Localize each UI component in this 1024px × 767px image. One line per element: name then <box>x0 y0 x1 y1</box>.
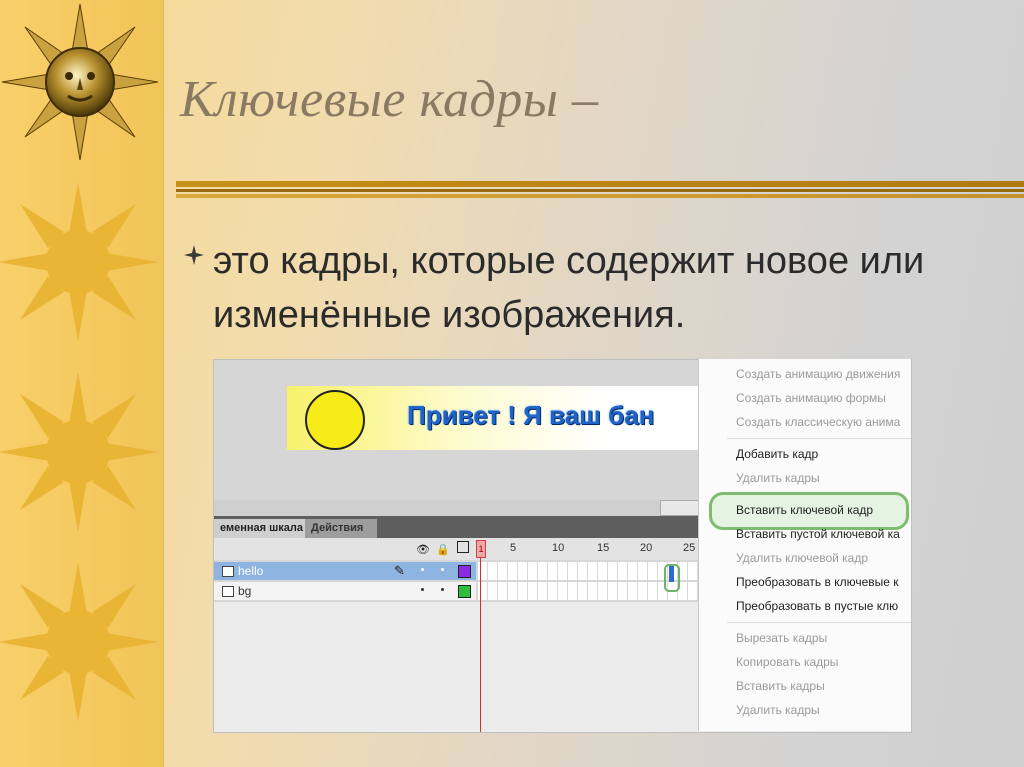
menu-item-create-classic-tween: Создать классическую анима <box>736 415 901 429</box>
sun-decoration-icon <box>0 562 158 722</box>
bullet-text: это кадры, которые содержит новое или из… <box>213 240 925 336</box>
star-bullet-icon <box>184 245 204 265</box>
menu-item-paste-frames: Вставить кадры <box>736 679 825 693</box>
slide-title: Ключевые кадры – <box>180 71 599 128</box>
title-divider <box>176 181 1024 199</box>
bullet-item: это кадры, которые содержит новое или из… <box>183 234 1013 342</box>
frame-number: 25 <box>683 542 696 554</box>
menu-item-create-motion-tween: Создать анимацию движения <box>736 367 901 381</box>
layer-name: bg <box>238 584 252 598</box>
layer-icon <box>222 566 234 577</box>
yellow-circle-shape <box>305 390 365 450</box>
menu-item-cut-frames: Вырезать кадры <box>736 631 828 645</box>
tab-actions[interactable]: Действия <box>305 519 377 538</box>
menu-item-convert-to-blank-keyframes[interactable]: Преобразовать в пустые клю <box>736 599 898 613</box>
menu-item-insert-keyframe[interactable]: Вставить ключевой кадр <box>736 503 873 517</box>
eye-icon[interactable]: 👁 <box>416 543 430 556</box>
menu-item-remove-frames: Удалить кадры <box>736 471 820 485</box>
lock-icon[interactable]: 🔒 <box>436 543 450 556</box>
metal-sun-icon <box>1 3 159 161</box>
menu-item-create-shape-tween: Создать анимацию формы <box>736 391 886 405</box>
stage-banner: Привет ! Я ваш бан <box>287 386 707 450</box>
tab-timeline[interactable]: еменная шкала <box>214 519 310 538</box>
menu-item-clear-keyframe: Удалить ключевой кадр <box>736 551 869 565</box>
frame-highlight-ring <box>664 564 680 592</box>
layer-color-swatch[interactable] <box>458 585 471 598</box>
menu-separator <box>727 622 911 623</box>
context-menu: Создать анимацию движения Создать анимац… <box>698 359 911 731</box>
menu-separator <box>727 438 911 439</box>
layer-icon <box>222 586 234 597</box>
layer-name: hello <box>238 564 264 578</box>
frame-number: 10 <box>552 542 565 554</box>
menu-item-delete-frames: Удалить кадры <box>736 703 820 717</box>
frame-number: 20 <box>640 542 653 554</box>
pencil-icon: ✎ <box>394 563 405 578</box>
menu-item-copy-frames: Копировать кадры <box>736 655 839 669</box>
sun-decoration-icon <box>0 372 158 532</box>
playhead-handle[interactable]: 1 <box>476 540 486 558</box>
layer-color-swatch[interactable] <box>458 565 471 578</box>
menu-item-add-frame[interactable]: Добавить кадр <box>736 447 818 461</box>
frame-number: 5 <box>510 542 517 554</box>
playhead-line <box>480 558 481 732</box>
frame-number: 15 <box>597 542 610 554</box>
banner-text: Привет ! Я ваш бан <box>407 400 655 430</box>
menu-item-convert-to-keyframes[interactable]: Преобразовать в ключевые к <box>736 575 899 589</box>
menu-item-insert-blank-keyframe[interactable]: Вставить пустой ключевой ка <box>736 527 900 541</box>
outline-icon[interactable] <box>457 541 469 553</box>
decorative-left-strip <box>0 0 164 767</box>
sun-decoration-icon <box>0 182 158 342</box>
